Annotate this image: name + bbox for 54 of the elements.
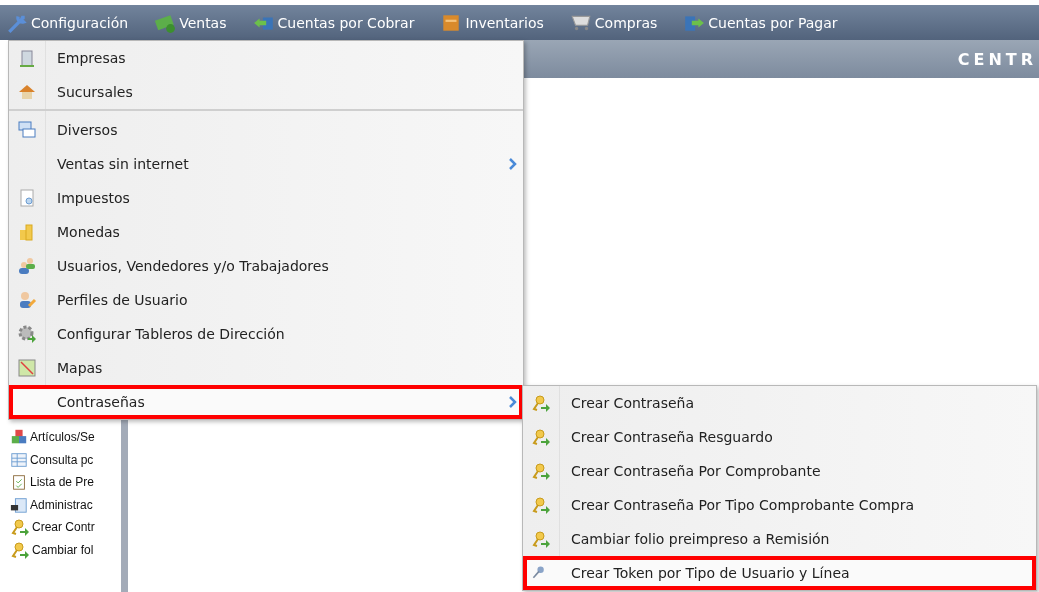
menu-item[interactable]: Configurar Tableros de Dirección bbox=[9, 317, 523, 351]
menu-item[interactable]: Perfiles de Usuario bbox=[9, 283, 523, 317]
menu-item[interactable]: Monedas bbox=[9, 215, 523, 249]
menu-label: Cuentas por Pagar bbox=[708, 14, 838, 31]
menu-bar-item[interactable]: Inventarios bbox=[440, 11, 544, 34]
menu-bar-item[interactable]: Compras bbox=[569, 11, 658, 34]
building-icon bbox=[17, 48, 37, 68]
menu-bar-item[interactable]: Cuentas por Pagar bbox=[683, 11, 838, 34]
sidebar-label: Lista de Pre bbox=[30, 475, 95, 490]
menu-item[interactable]: Diversos bbox=[9, 113, 523, 147]
menu-bar-item[interactable]: Cuentas por Cobrar bbox=[252, 11, 415, 34]
menu-item[interactable]: Crear Contraseña Por Tipo Comprobante Compra bbox=[523, 488, 1036, 522]
sidebar-label: Artículos/Se bbox=[30, 430, 95, 445]
sidebar-label: Consulta pc bbox=[30, 452, 94, 467]
menu-item[interactable]: Mapas bbox=[9, 351, 523, 385]
gear-icon bbox=[17, 324, 37, 344]
menu-label: Inventarios bbox=[465, 14, 544, 31]
sidebar-item[interactable]: Crear Contr bbox=[0, 516, 121, 539]
sidebar-label: Administrac bbox=[30, 497, 93, 512]
menu-bar-item[interactable]: Configuración bbox=[6, 11, 129, 34]
menu-label: Compras bbox=[594, 14, 658, 31]
menu-item[interactable]: Usuarios, Vendedores y/o Trabajadores bbox=[9, 249, 523, 283]
menu-item[interactable]: Ventas sin internet bbox=[9, 147, 523, 181]
menu-item[interactable]: Empresas bbox=[9, 41, 523, 75]
sidebar-item[interactable]: Artículos/Se bbox=[0, 426, 121, 449]
menu-item[interactable]: Crear Contraseña Por Comprobante bbox=[523, 454, 1036, 488]
menu-item[interactable]: Cambiar folio preimpreso a Remisión bbox=[523, 522, 1036, 556]
menu-label: Cuentas por Cobrar bbox=[277, 14, 415, 31]
menu-item[interactable]: Sucursales bbox=[9, 75, 523, 111]
menu-label: Configuración bbox=[31, 14, 129, 31]
user-pencil-icon bbox=[17, 290, 37, 310]
sidebar-label: Crear Contr bbox=[32, 520, 95, 535]
sidebar-label: Cambiar fol bbox=[32, 542, 94, 557]
sidebar-item[interactable]: Cambiar fol bbox=[0, 538, 121, 561]
sidebar-item[interactable]: Administrac bbox=[0, 493, 121, 516]
table-icon bbox=[10, 450, 28, 469]
header-title: CENTR bbox=[957, 49, 1037, 69]
menu-label: Ventas bbox=[179, 14, 227, 31]
chevron-right-icon bbox=[509, 396, 517, 408]
windows-icon bbox=[17, 120, 37, 140]
menu-item[interactable]: Crear Token por Tipo de Usuario y Línea bbox=[523, 556, 1036, 590]
menu-item[interactable]: Impuestos bbox=[9, 181, 523, 215]
menu-bar-item[interactable]: Ventas bbox=[154, 11, 227, 34]
menu-item[interactable]: Crear Contraseña Resguardo bbox=[523, 420, 1036, 454]
sidebar-item[interactable]: Lista de Pre bbox=[0, 471, 121, 494]
menu-item[interactable]: Crear Contraseña bbox=[523, 386, 1036, 420]
users-icon bbox=[17, 256, 37, 276]
house-icon bbox=[17, 82, 37, 102]
map-icon bbox=[17, 358, 37, 378]
clipboard-icon bbox=[10, 473, 28, 492]
chevron-right-icon bbox=[509, 158, 517, 170]
document-search-icon bbox=[17, 188, 37, 208]
menu-item[interactable]: Contraseñas bbox=[9, 385, 523, 419]
sidebar-item[interactable]: Consulta pc bbox=[0, 448, 121, 471]
